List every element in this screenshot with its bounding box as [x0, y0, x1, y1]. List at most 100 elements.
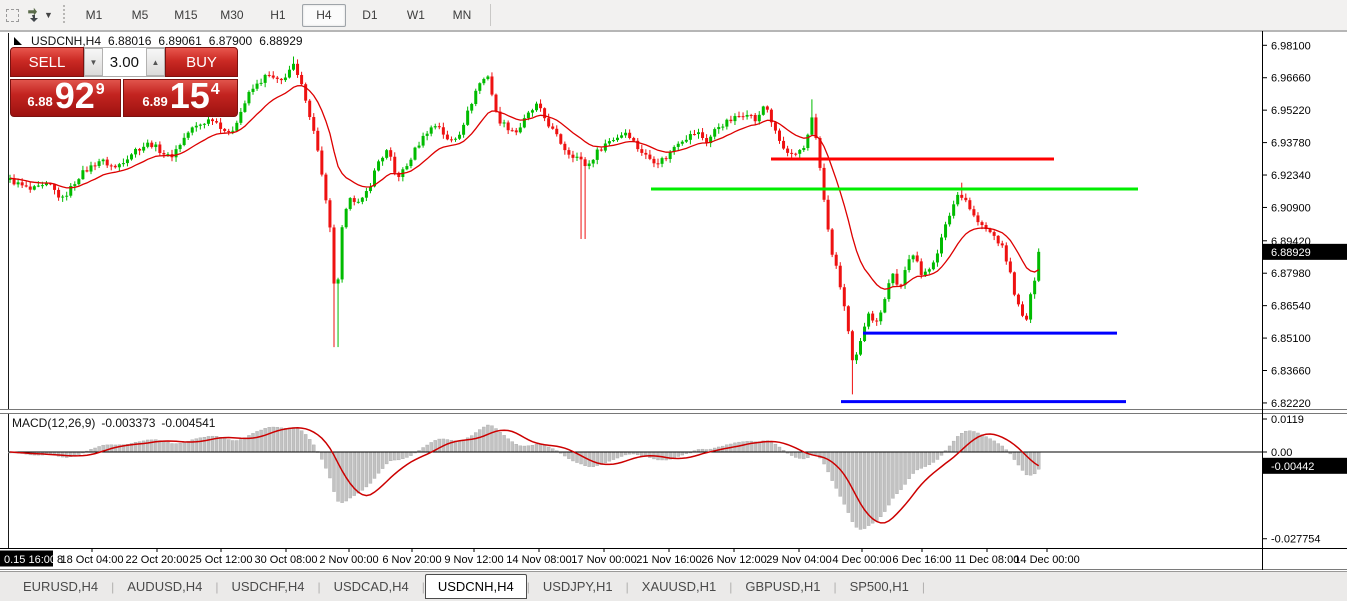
macd-histogram-bar	[252, 433, 255, 452]
candle	[377, 160, 380, 172]
buy-button[interactable]: BUY	[165, 47, 238, 77]
sell-price-display[interactable]: 6.88 92 9	[10, 79, 121, 117]
macd-histogram-bar	[863, 452, 866, 529]
volume-decrease-button[interactable]: ▼	[84, 48, 103, 76]
sell-button[interactable]: SELL	[10, 47, 84, 77]
macd-indicator-label: MACD(12,26,9) -0.003373 -0.004541	[12, 416, 215, 430]
svg-text:-0.00442: -0.00442	[1271, 461, 1314, 473]
macd-histogram-bar	[831, 452, 834, 481]
macd-histogram-bar	[567, 452, 570, 459]
macd-histogram-bar	[843, 452, 846, 504]
symbol-tab-USDCAD[interactable]: USDCAD,H4	[321, 575, 422, 598]
macd-histogram-bar	[243, 438, 246, 452]
macd-histogram-bar	[527, 446, 530, 452]
candle	[839, 262, 842, 289]
timeframe-button-M1[interactable]: M1	[72, 4, 116, 27]
svg-text:21 Nov 16:00: 21 Nov 16:00	[636, 554, 701, 566]
macd-histogram-bar	[166, 442, 169, 452]
macd-histogram-bar	[993, 441, 996, 452]
macd-histogram-bar	[989, 439, 992, 452]
macd-histogram-bar	[175, 444, 178, 452]
macd-histogram-bar	[308, 439, 311, 452]
chart-shift-icon[interactable]	[14, 37, 22, 45]
svg-text:6.96660: 6.96660	[1271, 73, 1311, 85]
timeframe-button-D1[interactable]: D1	[348, 4, 392, 27]
timeframe-button-W1[interactable]: W1	[394, 4, 438, 27]
macd-histogram-bar	[770, 442, 773, 452]
macd-histogram-bar	[997, 444, 1000, 452]
cursor-tool-icon[interactable]	[2, 6, 20, 24]
svg-text:17 Nov 00:00: 17 Nov 00:00	[571, 554, 636, 566]
tab-separator: |	[922, 580, 925, 594]
symbol-tab-USDCHF[interactable]: USDCHF,H4	[219, 575, 318, 598]
macd-histogram-bar	[341, 452, 344, 503]
candle	[1029, 293, 1032, 323]
symbol-tab-USDCNH[interactable]: USDCNH,H4	[425, 574, 527, 599]
macd-histogram-bar	[742, 442, 745, 452]
symbol-tab-XAUUSD[interactable]: XAUUSD,H1	[629, 575, 729, 598]
arrange-windows-icon[interactable]	[24, 6, 42, 24]
macd-histogram-bar	[171, 444, 174, 452]
macd-histogram-bar	[65, 452, 68, 458]
macd-histogram-bar	[640, 452, 643, 456]
svg-text:8: 8	[57, 554, 63, 566]
top-toolbar: ▼ M1M5M15M30H1H4D1W1MN	[0, 0, 1347, 31]
timeframe-button-M30[interactable]: M30	[210, 4, 254, 27]
macd-histogram-bar	[470, 436, 473, 452]
buy-price-display[interactable]: 6.89 15 4	[123, 79, 238, 117]
toolbar-grip[interactable]	[61, 5, 68, 25]
volume-increase-button[interactable]: ▲	[146, 48, 165, 76]
macd-histogram-bar	[499, 432, 502, 452]
macd-name: MACD(12,26,9)	[12, 416, 95, 430]
candle	[308, 99, 311, 120]
macd-histogram-bar	[142, 441, 145, 452]
toolbar-separator	[490, 4, 491, 26]
timeframe-button-H1[interactable]: H1	[256, 4, 300, 27]
ohlc-low: 6.87900	[209, 34, 252, 48]
macd-histogram-bar	[883, 452, 886, 512]
volume-input[interactable]: 3.00	[103, 48, 146, 76]
sell-price-point: 9	[96, 81, 105, 99]
macd-histogram-bar	[199, 438, 202, 452]
timeframe-button-H4[interactable]: H4	[302, 4, 346, 27]
svg-text:22 Oct 20:00: 22 Oct 20:00	[126, 554, 189, 566]
macd-histogram-bar	[256, 431, 259, 452]
timeframe-button-M15[interactable]: M15	[164, 4, 208, 27]
symbol-tab-EURUSD[interactable]: EURUSD,H4	[10, 575, 111, 598]
svg-text:6.92340: 6.92340	[1271, 170, 1311, 182]
candle	[345, 208, 348, 229]
symbol-tab-GBPUSD[interactable]: GBPUSD,H1	[732, 575, 833, 598]
macd-histogram-bar	[324, 452, 327, 468]
candle	[1037, 248, 1040, 282]
macd-histogram-bar	[616, 452, 619, 458]
macd-histogram-bar	[490, 426, 493, 452]
symbol-tab-USDJPY[interactable]: USDJPY,H1	[530, 575, 626, 598]
macd-histogram-bar	[409, 452, 412, 456]
svg-text:0.15 16:00: 0.15 16:00	[4, 554, 56, 566]
svg-text:9 Nov 12:00: 9 Nov 12:00	[444, 554, 503, 566]
macd-histogram-bar	[887, 452, 890, 505]
macd-histogram-bar	[377, 452, 380, 473]
macd-histogram-bar	[365, 452, 368, 487]
macd-histogram-bar	[260, 430, 263, 452]
dropdown-caret-icon[interactable]: ▼	[44, 10, 53, 20]
macd-histogram-bar	[859, 452, 862, 529]
svg-text:30 Oct 08:00: 30 Oct 08:00	[255, 554, 318, 566]
timeframe-button-MN[interactable]: MN	[440, 4, 484, 27]
macd-histogram-bar	[855, 452, 858, 527]
timeframe-button-M5[interactable]: M5	[118, 4, 162, 27]
symbol-tab-AUDUSD[interactable]: AUDUSD,H4	[114, 575, 215, 598]
svg-text:6.82220: 6.82220	[1271, 398, 1311, 410]
candle	[847, 305, 850, 334]
chart-window[interactable]: 6.981006.966606.952206.937806.923406.909…	[0, 30, 1347, 571]
macd-histogram-bar	[458, 441, 461, 452]
macd-histogram-bar	[349, 452, 352, 498]
symbol-tab-SP500[interactable]: SP500,H1	[837, 575, 922, 598]
macd-histogram-bar	[932, 452, 935, 462]
macd-histogram-bar	[511, 442, 514, 452]
macd-histogram-bar	[1021, 452, 1024, 470]
macd-histogram-bar	[288, 428, 291, 452]
chart-symbol-period: USDCNH,H4	[31, 34, 101, 48]
macd-histogram-bar	[620, 452, 623, 456]
macd-histogram-bar	[223, 438, 226, 452]
